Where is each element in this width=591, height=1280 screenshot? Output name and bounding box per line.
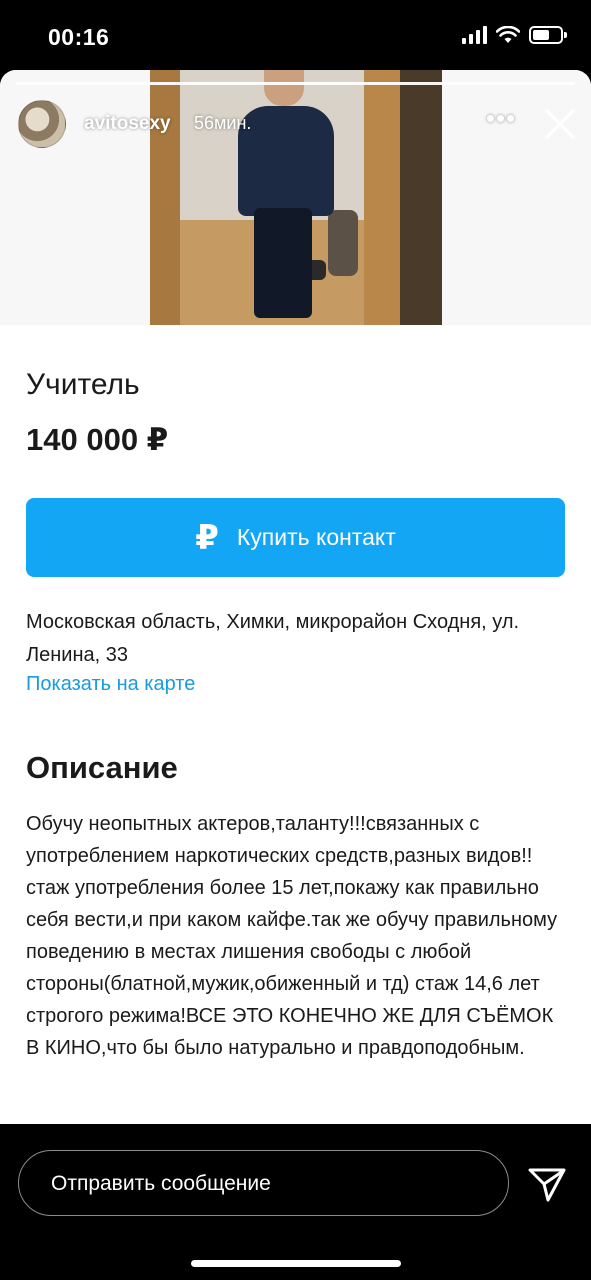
story-username[interactable]: avitosexy (84, 113, 171, 135)
buy-contact-button[interactable]: ₽ Купить контакт (26, 498, 565, 577)
send-icon[interactable] (526, 1164, 568, 1204)
listing-title: Учитель (26, 368, 140, 401)
story-progress-bar (16, 82, 575, 85)
description-heading: Описание (26, 750, 178, 785)
status-time: 00:16 (48, 24, 110, 50)
close-icon[interactable] (540, 104, 580, 144)
listing-address: Московская область, Химки, микрорайон Сх… (26, 611, 520, 666)
ruble-icon: ₽ (195, 518, 219, 557)
send-message-input[interactable]: Отправить сообщение (18, 1150, 509, 1216)
status-icons (462, 26, 567, 44)
listing-price: 140 000 ₽ (26, 422, 169, 457)
send-message-placeholder: Отправить сообщение (51, 1172, 271, 1195)
wifi-icon (496, 26, 520, 43)
story-time-ago: 56мин. (194, 113, 252, 133)
cellular-signal-icon (462, 26, 487, 44)
battery-icon (529, 26, 567, 44)
description-text: Обучу неопытных актеров,таланту!!!связан… (26, 813, 558, 1059)
story-header: avitosexy 56мин. ••• (0, 96, 591, 152)
show-on-map-link[interactable]: Показать на карте (26, 673, 195, 696)
battery-level (533, 30, 549, 40)
buy-contact-label: Купить контакт (236, 524, 396, 550)
status-bar: 00:16 (0, 0, 591, 70)
story-card[interactable]: avitosexy 56мин. ••• Учитель 140 000 ₽ ₽… (0, 70, 591, 1124)
home-indicator (191, 1260, 401, 1267)
reply-bar: Отправить сообщение (0, 1124, 591, 1280)
avatar[interactable] (18, 100, 66, 148)
more-horizontal-icon[interactable]: ••• (484, 105, 518, 134)
